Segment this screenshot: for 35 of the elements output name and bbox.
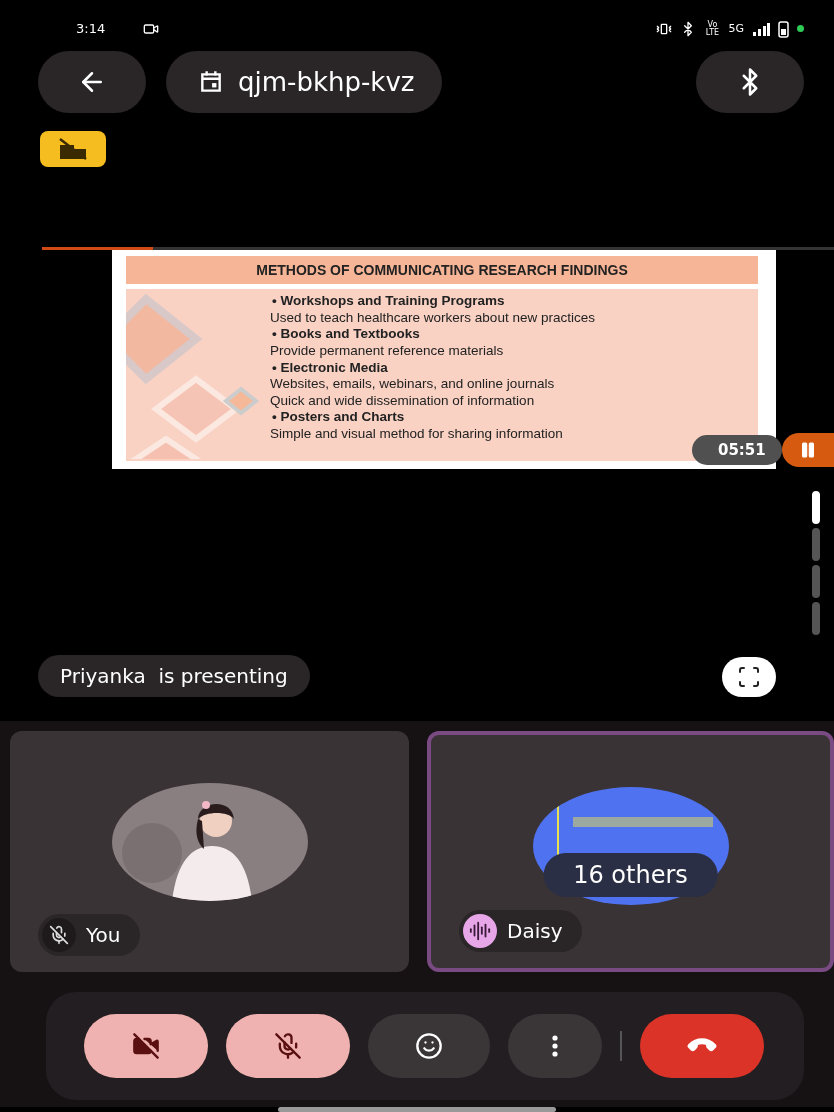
network-label: 5G — [728, 22, 744, 36]
background-off-badge[interactable] — [40, 130, 106, 167]
slide-text: Provide permanent reference materials — [270, 343, 505, 360]
participant-name: You — [86, 923, 121, 948]
slide-heading: • Posters and Charts — [271, 409, 406, 426]
participant-tile[interactable]: You — [10, 731, 409, 973]
others-count: 16 others — [543, 853, 718, 898]
camera-off-icon — [132, 1032, 160, 1061]
audio-bars-icon — [469, 920, 491, 943]
slide-heading: • Books and Textbooks — [271, 326, 421, 343]
microphone-off-icon — [49, 925, 69, 946]
signal-icon — [752, 21, 770, 36]
slide-title: METHODS OF COMMUNICATING RESEARCH FINDINGS — [126, 256, 758, 285]
slide-text: Simple and visual method for sharing information — [270, 426, 564, 443]
status-time: 3:14 — [76, 21, 106, 37]
more-icon — [552, 1035, 558, 1058]
volte-label: Vo LTE — [704, 20, 721, 37]
status-dot — [797, 25, 804, 33]
microphone-off-icon — [274, 1032, 302, 1061]
slide-heading: • Electronic Media — [271, 359, 389, 377]
slide-text: Quick and wide dissemination of information — [270, 392, 536, 410]
participant-name: Daisy — [507, 919, 563, 944]
fullscreen-icon — [737, 665, 761, 690]
battery-icon — [778, 19, 789, 38]
fullscreen-button[interactable] — [722, 657, 776, 698]
slide-heading: • Workshops and Training Programs — [271, 293, 506, 310]
slide-text: Used to teach healthcare workers about new practices — [270, 309, 595, 327]
meeting-code-button[interactable]: qjm-bkhp-kvz — [166, 51, 443, 114]
presenter-label: Priyanka is presenting — [38, 655, 310, 698]
pause-button[interactable] — [782, 433, 834, 468]
timer: 05:51 — [692, 435, 782, 466]
pause-icon — [799, 441, 817, 460]
slide-text: Websites, emails, webinars, and online journals — [270, 376, 556, 393]
smiley-icon — [415, 1032, 443, 1061]
participant-tile[interactable]: 16 others Daisy — [427, 731, 834, 973]
